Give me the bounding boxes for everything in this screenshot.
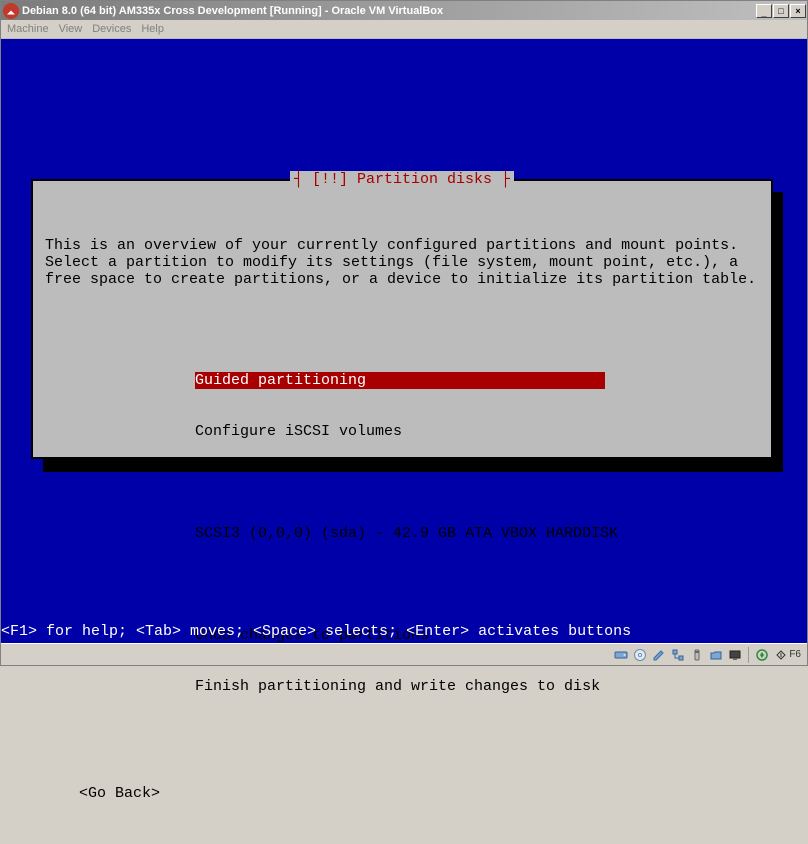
menu-item-disk0[interactable]: SCSI3 (0,0,0) (sda) - 42.9 GB ATA VBOX H…: [195, 525, 605, 542]
window-controls: _ □ ×: [756, 4, 807, 18]
menubar: Machine View Devices Help: [1, 20, 807, 39]
menu-item-guided[interactable]: Guided partitioning: [195, 372, 605, 389]
maximize-button[interactable]: □: [773, 4, 789, 18]
dialog-title: ┤ [!!] Partition disks ├: [290, 171, 514, 188]
menu-item-iscsi[interactable]: Configure iSCSI volumes: [195, 423, 605, 440]
window-title: Debian 8.0 (64 bit) AM335x Cross Develop…: [22, 5, 443, 17]
menu-devices[interactable]: Devices: [92, 23, 131, 35]
dialog-intro: This is an overview of your currently co…: [45, 237, 759, 288]
go-back-button[interactable]: <Go Back>: [79, 785, 759, 802]
vbox-app-icon: [3, 3, 19, 19]
menu-machine[interactable]: Machine: [7, 23, 49, 35]
menu-item-finish[interactable]: Finish partitioning and write changes to…: [195, 678, 605, 695]
partition-dialog: ┤ [!!] Partition disks ├ This is an over…: [31, 179, 773, 459]
help-bar: <F1> for help; <Tab> moves; <Space> sele…: [1, 623, 807, 643]
menu-help[interactable]: Help: [141, 23, 164, 35]
partition-menu: Guided partitioning Configure iSCSI volu…: [195, 338, 759, 729]
menu-view[interactable]: View: [59, 23, 83, 35]
minimize-button[interactable]: _: [756, 4, 772, 18]
virtualbox-window: Debian 8.0 (64 bit) AM335x Cross Develop…: [0, 0, 808, 666]
guest-display[interactable]: ┤ [!!] Partition disks ├ This is an over…: [1, 39, 807, 643]
host-key-indicator[interactable]: F6: [773, 649, 803, 661]
titlebar: Debian 8.0 (64 bit) AM335x Cross Develop…: [1, 1, 807, 20]
close-button[interactable]: ×: [790, 4, 806, 18]
